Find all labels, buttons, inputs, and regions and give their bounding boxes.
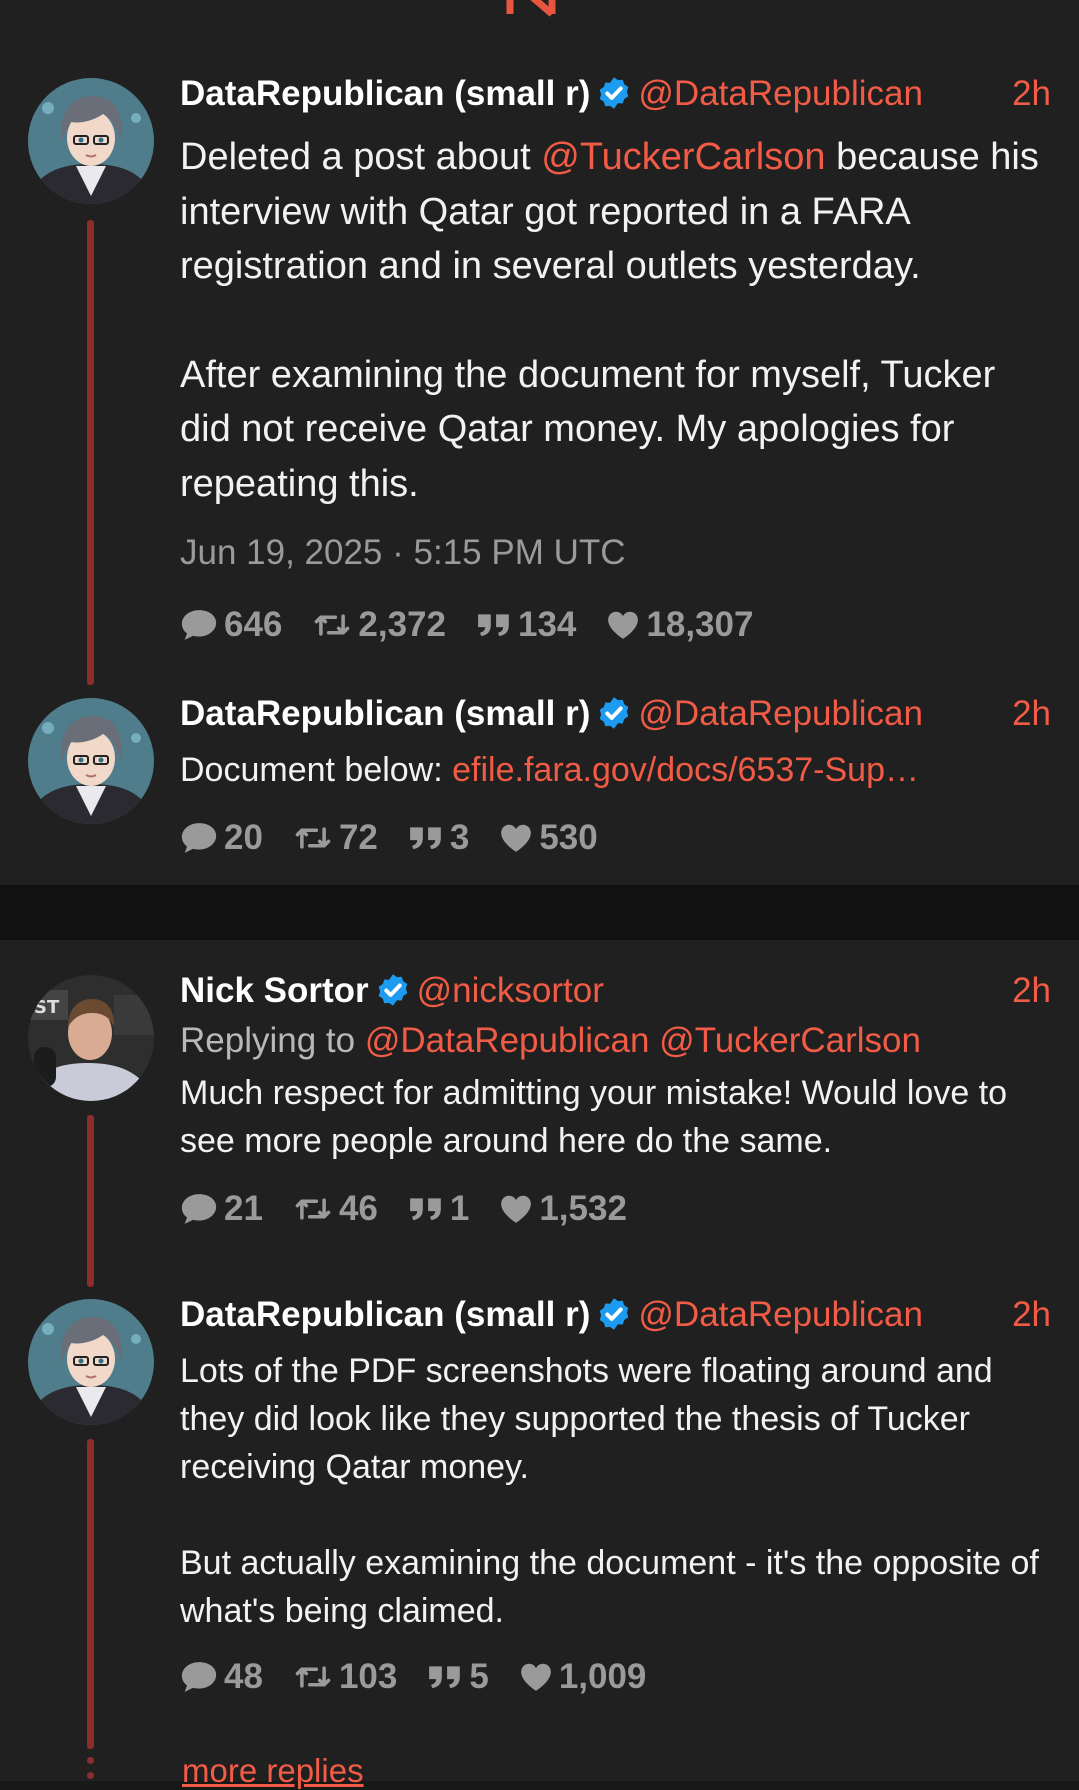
tweet-text: Document below: efile.fara.gov/docs/6537… [180, 751, 919, 789]
retweet-stat[interactable]: 103 [293, 1657, 397, 1697]
avatar[interactable] [28, 975, 154, 1101]
verified-badge-icon [596, 695, 632, 731]
heart-icon [499, 823, 533, 853]
quote-icon [408, 1196, 444, 1222]
comment-icon [180, 1661, 218, 1693]
retweet-icon [293, 824, 333, 852]
tweet-text: Lots of the PDF screenshots were floatin… [180, 1352, 1039, 1630]
tweet-stats: 646 2,372 134 18,307 [180, 601, 1051, 649]
tweet-text: Much respect for admitting your mistake!… [180, 1074, 1008, 1160]
quote-stat[interactable]: 3 [408, 818, 469, 858]
quote-icon [476, 612, 512, 638]
tweet-content: DataRepublican (small r) @DataRepublican … [180, 1291, 1051, 1701]
verified-badge-icon [375, 972, 411, 1008]
quote-stat[interactable]: 5 [427, 1657, 489, 1697]
tweet-date[interactable]: Jun 19, 2025 · 5:15 PM UTC [180, 533, 1051, 573]
replying-to: Replying to @DataRepublican @TuckerCarls… [180, 1021, 921, 1060]
tweet-header: DataRepublican (small r) @DataRepublican … [180, 70, 1051, 118]
comment-icon [180, 609, 218, 641]
comment-icon [180, 1193, 218, 1225]
thread-separator [0, 885, 1079, 940]
heart-icon [519, 1662, 553, 1692]
quote-icon [427, 1664, 463, 1690]
document-link[interactable]: efile.fara.gov/docs/6537-Sup… [452, 751, 919, 789]
nitter-logo-icon[interactable] [506, 0, 568, 18]
retweet-stat[interactable]: 2,372 [312, 605, 446, 645]
thread-line [87, 1115, 94, 1287]
avatar[interactable] [28, 78, 154, 204]
tweet-stats: 21 46 1 1,532 [180, 1185, 1051, 1233]
avatar[interactable] [28, 1299, 154, 1425]
like-stat[interactable]: 1,532 [499, 1189, 627, 1229]
reply-stat[interactable]: 20 [180, 818, 263, 858]
more-replies-link[interactable]: more replies [182, 1752, 364, 1790]
tweet-header: DataRepublican (small r) @DataRepublican … [180, 1291, 1051, 1339]
tweet-text: Deleted a post about @TuckerCarlson beca… [180, 136, 1039, 505]
avatar-image [28, 975, 154, 1101]
author-handle[interactable]: @DataRepublican [638, 1295, 923, 1334]
thread-line [87, 1439, 94, 1749]
tweet-stats: 20 72 3 530 [180, 814, 1051, 862]
tweet-header: DataRepublican (small r) @DataRepublican … [180, 690, 1051, 738]
reply-stat[interactable]: 646 [180, 605, 282, 645]
top-nav-bar [0, 0, 1079, 42]
avatar-image [28, 698, 154, 824]
replying-to-link[interactable]: @DataRepublican [365, 1021, 650, 1060]
retweet-stat[interactable]: 46 [293, 1189, 378, 1229]
comment-icon [180, 822, 218, 854]
verified-badge-icon [596, 1296, 632, 1332]
tweet-time[interactable]: 2h [1012, 70, 1051, 118]
retweet-stat[interactable]: 72 [293, 818, 378, 858]
reply-stat[interactable]: 48 [180, 1657, 263, 1697]
avatar-image [28, 78, 154, 204]
tweet-content: DataRepublican (small r) @DataRepublican … [180, 70, 1051, 649]
avatar[interactable] [28, 698, 154, 824]
tweet-content: Nick Sortor @nicksortor 2h Replying to @D… [180, 967, 1051, 1233]
author-handle[interactable]: @DataRepublican [638, 694, 923, 733]
like-stat[interactable]: 530 [499, 818, 598, 858]
author-name[interactable]: DataRepublican (small r) [180, 1295, 590, 1334]
heart-icon [606, 610, 640, 640]
thread-more-dots [87, 1757, 94, 1787]
thread-line [87, 220, 94, 685]
like-stat[interactable]: 18,307 [606, 605, 753, 645]
retweet-icon [293, 1195, 333, 1223]
quote-stat[interactable]: 134 [476, 605, 576, 645]
retweet-icon [312, 611, 352, 639]
replying-to-link[interactable]: @TuckerCarlson [659, 1021, 921, 1060]
author-name[interactable]: Nick Sortor [180, 971, 369, 1010]
author-handle[interactable]: @nicksortor [417, 971, 604, 1010]
tweet-content: DataRepublican (small r) @DataRepublican … [180, 690, 1051, 862]
quote-icon [408, 825, 444, 851]
quote-stat[interactable]: 1 [408, 1189, 469, 1229]
tweet-time[interactable]: 2h [1012, 967, 1051, 1015]
verified-badge-icon [596, 75, 632, 111]
like-stat[interactable]: 1,009 [519, 1657, 646, 1697]
reply-stat[interactable]: 21 [180, 1189, 263, 1229]
tweet-header: Nick Sortor @nicksortor 2h [180, 967, 1051, 1015]
retweet-icon [293, 1663, 333, 1691]
heart-icon [499, 1194, 533, 1224]
avatar-image [28, 1299, 154, 1425]
tweet-time[interactable]: 2h [1012, 690, 1051, 738]
author-name[interactable]: DataRepublican (small r) [180, 74, 590, 113]
tweet-time[interactable]: 2h [1012, 1291, 1051, 1339]
mention-link[interactable]: @TuckerCarlson [541, 136, 825, 178]
author-handle[interactable]: @DataRepublican [638, 74, 923, 113]
tweet-stats: 48 103 5 1,009 [180, 1653, 1051, 1701]
author-name[interactable]: DataRepublican (small r) [180, 694, 590, 733]
